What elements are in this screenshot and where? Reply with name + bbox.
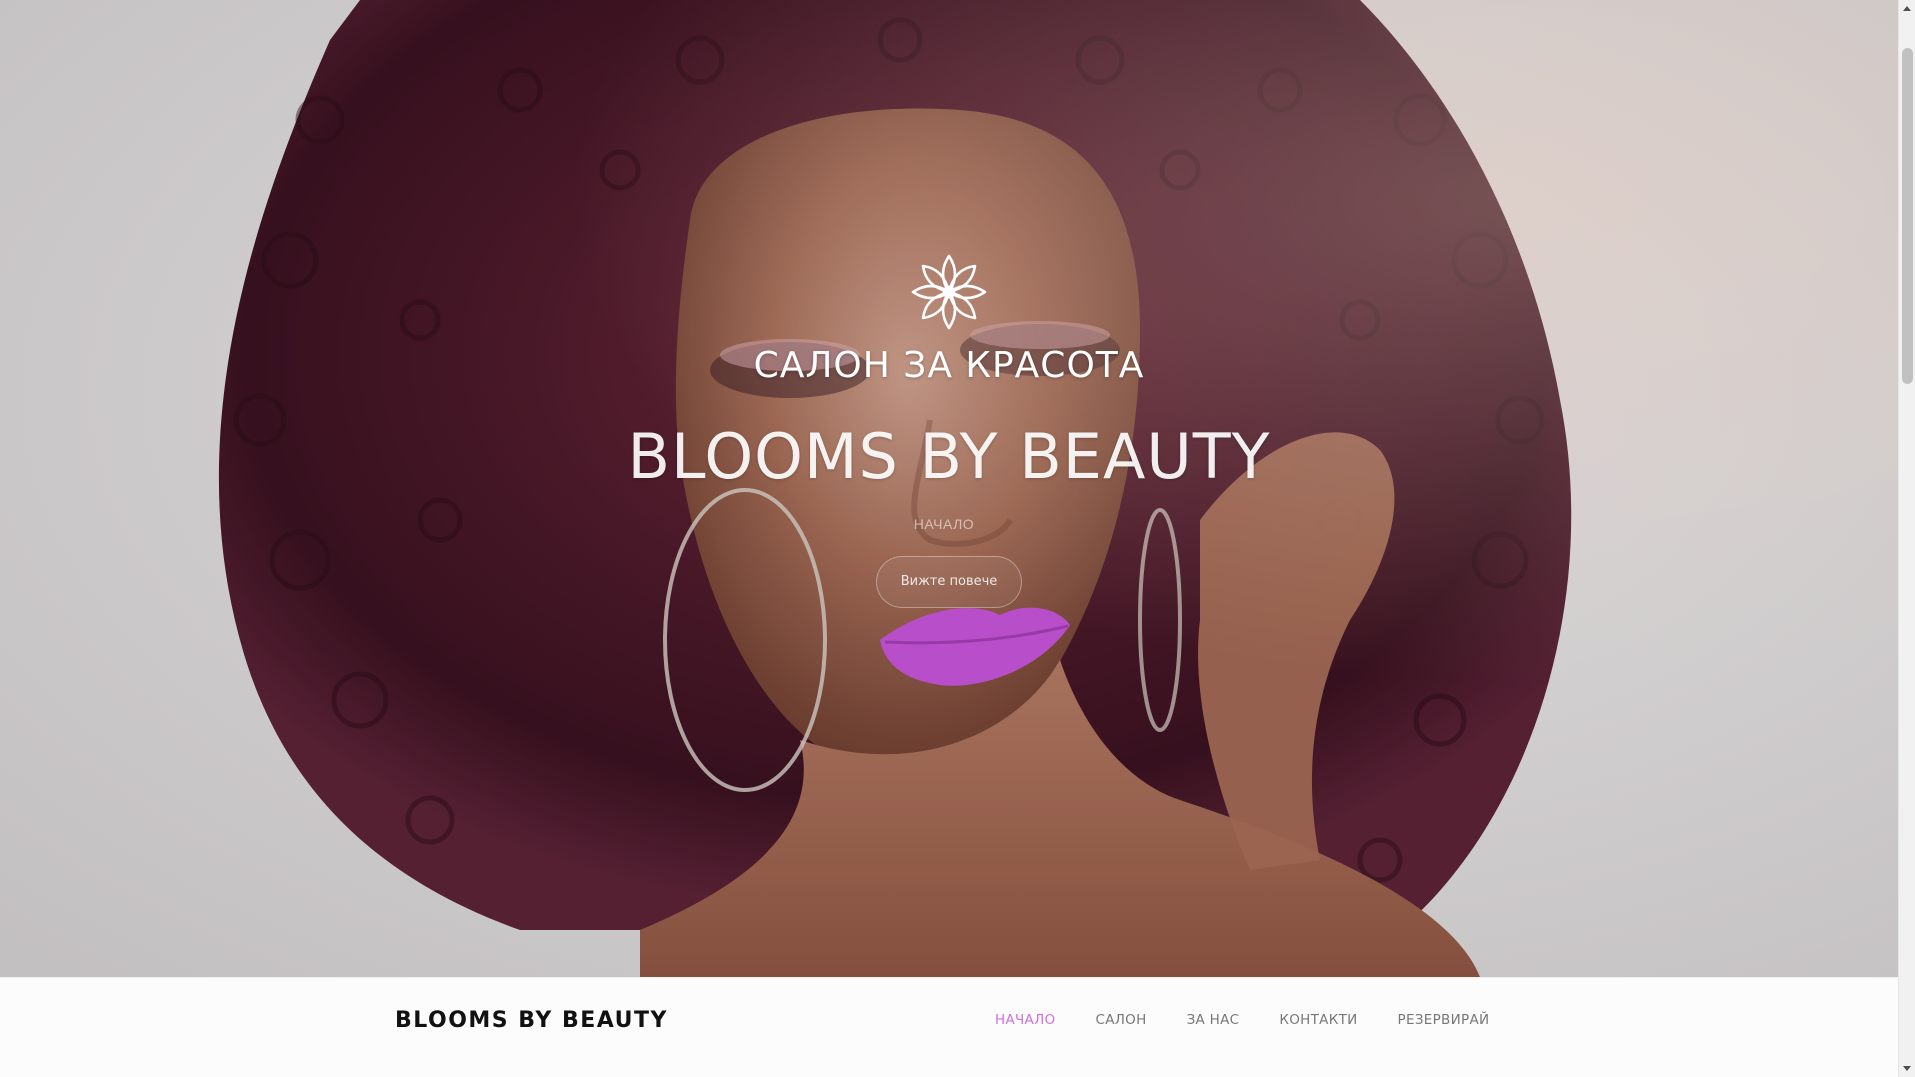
nav-link-booking[interactable]: РЕЗЕРВИРАЙ — [1398, 1012, 1490, 1028]
hero-section: САЛОН ЗА КРАСОТА BLOOMS BY BEAUTY НАЧАЛО… — [0, 0, 1898, 977]
hero-section-label: НАЧАЛО — [913, 516, 975, 532]
hero-overlay: САЛОН ЗА КРАСОТА BLOOMS BY BEAUTY НАЧАЛО… — [0, 0, 1898, 977]
nav-links: НАЧАЛО САЛОН ЗА НАС КОНТАКТИ РЕЗЕРВИРАЙ — [995, 1012, 1489, 1028]
brand-logo-link[interactable]: BLOOMS BY BEAUTY — [395, 1008, 668, 1033]
nav-link-salon[interactable]: САЛОН — [1095, 1012, 1146, 1028]
page: САЛОН ЗА КРАСОТА BLOOMS BY BEAUTY НАЧАЛО… — [0, 0, 1898, 1077]
scroll-up-arrow-icon[interactable] — [1903, 6, 1911, 11]
hero-subtitle: САЛОН ЗА КРАСОТА — [753, 345, 1145, 386]
page-scrollbar[interactable] — [1898, 0, 1915, 1077]
lotus-flower-icon — [911, 254, 987, 330]
nav-link-contacts[interactable]: КОНТАКТИ — [1279, 1012, 1357, 1028]
hero-title: BLOOMS BY BEAUTY — [627, 420, 1271, 493]
main-navbar: BLOOMS BY BEAUTY НАЧАЛО САЛОН ЗА НАС КОН… — [0, 977, 1898, 1077]
learn-more-button[interactable]: Вижте повече — [876, 556, 1022, 608]
scroll-thumb[interactable] — [1902, 48, 1913, 384]
nav-link-home[interactable]: НАЧАЛО — [995, 1012, 1055, 1028]
scroll-down-arrow-icon[interactable] — [1903, 1066, 1911, 1071]
nav-link-about[interactable]: ЗА НАС — [1187, 1012, 1240, 1028]
